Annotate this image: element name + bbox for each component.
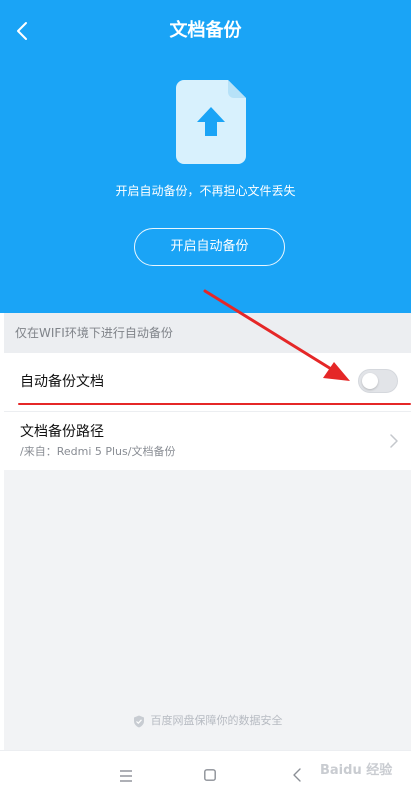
enable-auto-backup-button[interactable]: 开启自动备份 xyxy=(134,228,285,266)
screen: 文档备份 开启自动备份，不再担心文件丢失 开启自动备份 仅在WIFI环境下进行自… xyxy=(0,0,411,802)
menu-icon[interactable] xyxy=(119,770,133,782)
security-text: 百度网盘保障你的数据安全 xyxy=(150,714,283,727)
baidu-watermark: Baidu 经验 xyxy=(320,763,393,778)
hero-panel: 文档备份 开启自动备份，不再担心文件丢失 开启自动备份 xyxy=(0,0,411,313)
backup-path-row[interactable]: 文档备份路径 /来自：Redmi 5 Plus/文档备份 xyxy=(4,412,411,470)
document-upload-icon xyxy=(176,80,246,164)
hero-tagline: 开启自动备份，不再担心文件丢失 xyxy=(115,184,296,198)
chevron-right-icon xyxy=(390,434,398,448)
shield-icon xyxy=(133,715,144,727)
toggle-knob xyxy=(362,373,378,389)
home-icon[interactable] xyxy=(204,769,216,781)
wifi-hint-row: 仅在WIFI环境下进行自动备份 xyxy=(4,313,411,353)
wifi-hint-text: 仅在WIFI环境下进行自动备份 xyxy=(15,326,173,340)
security-note: 百度网盘保障你的数据安全 xyxy=(4,713,411,729)
settings-panel: 仅在WIFI环境下进行自动备份 自动备份文档 文档备份路径 /来自：Redmi … xyxy=(4,313,411,750)
annotation-underline xyxy=(18,403,411,405)
page-title: 文档备份 xyxy=(169,20,242,41)
auto-backup-toggle[interactable] xyxy=(358,369,398,393)
back-icon[interactable] xyxy=(292,768,302,782)
backup-path-label: 文档备份路径 xyxy=(20,424,104,440)
backup-path-value: /来自：Redmi 5 Plus/文档备份 xyxy=(20,445,176,458)
auto-backup-label: 自动备份文档 xyxy=(20,374,104,390)
